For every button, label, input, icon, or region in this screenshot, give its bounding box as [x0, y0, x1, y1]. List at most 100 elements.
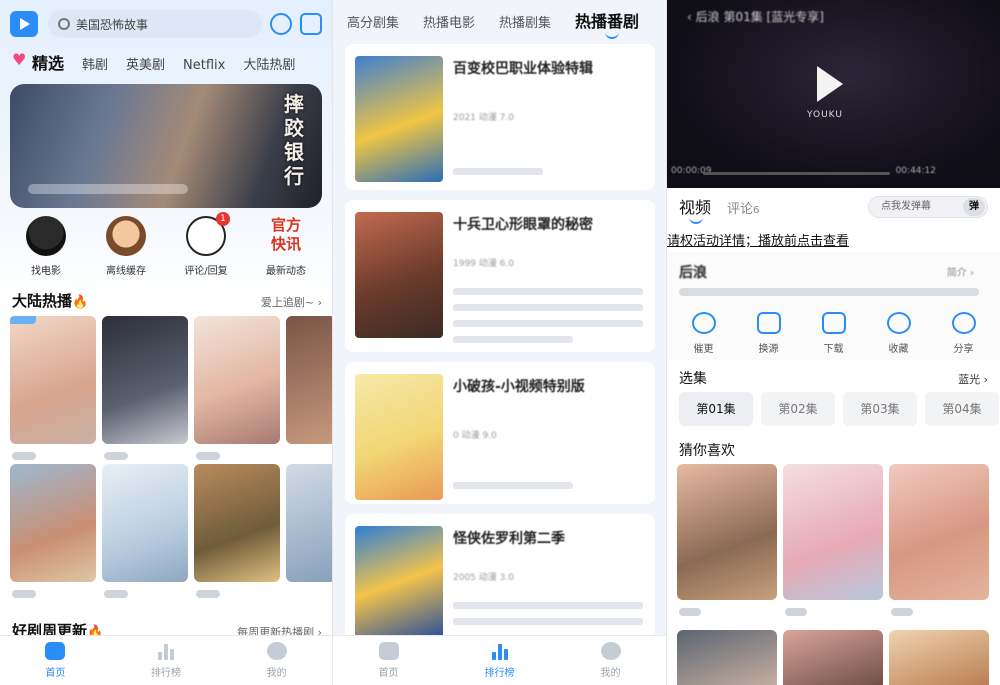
- section-more-link[interactable]: 爱上追剧~ ›: [261, 294, 322, 310]
- card-title: 百变校巴职业体验特辑: [453, 61, 593, 77]
- tab-featured-label: 精选: [32, 54, 65, 73]
- episode-button[interactable]: 第04集: [925, 392, 999, 426]
- quick-label: 评论/回复: [184, 266, 228, 277]
- rank-card[interactable]: 怪侠佐罗利第二季 2005 动漫 3.0: [345, 514, 655, 644]
- tab-top-series[interactable]: 高分剧集: [347, 12, 399, 31]
- share-button[interactable]: 分享: [939, 312, 989, 355]
- nav-ranking[interactable]: 排行榜: [470, 642, 530, 679]
- share-icon: [951, 312, 976, 334]
- quick-label: 最新动态: [266, 266, 306, 277]
- notification-badge: 1: [216, 212, 230, 226]
- notice-link[interactable]: 请权活动详情；播放前点击查看: [667, 230, 849, 249]
- recommend-title: 猜你喜欢: [679, 443, 735, 459]
- section-title: 大陆热播: [12, 292, 73, 310]
- tab-hot-series[interactable]: 热播剧集: [499, 12, 551, 31]
- card-meta: 2005 动漫 3.0: [453, 573, 514, 583]
- home-topbar: 美国恐怖故事: [10, 8, 322, 40]
- category-tabs: ♥ 精选 韩剧 英美剧 Netflix 大陆热剧: [12, 50, 326, 74]
- quality-selector[interactable]: 蓝光 ›: [958, 371, 988, 387]
- poster-card[interactable]: [10, 464, 96, 598]
- news-icon: 官方快讯: [270, 216, 301, 253]
- switch-source-button[interactable]: 换源: [744, 312, 794, 355]
- card-cover: [355, 526, 443, 638]
- banner-caption: [28, 184, 188, 194]
- search-icon: [58, 18, 70, 30]
- tab-featured[interactable]: ♥ 精选: [12, 50, 64, 74]
- video-player[interactable]: ‹ 后浪 第01集 [蓝光专享] YOUKU 00:00:09 00:44:12: [667, 0, 1000, 188]
- tab-western[interactable]: 英美剧: [126, 54, 165, 73]
- quick-offline-cache[interactable]: 离线缓存: [90, 216, 162, 277]
- tab-video[interactable]: 视频: [679, 194, 711, 224]
- poster-card[interactable]: [194, 316, 280, 460]
- card-cover: [355, 374, 443, 500]
- poster-card[interactable]: [10, 316, 96, 460]
- poster-row-hot: [10, 316, 332, 460]
- bar-chart-icon: [156, 642, 176, 660]
- quick-comments[interactable]: 1 评论/回复: [170, 212, 242, 277]
- download-button[interactable]: 下载: [809, 312, 859, 355]
- card-title: 怪侠佐罗利第二季: [453, 531, 565, 547]
- history-icon[interactable]: [270, 13, 292, 35]
- rank-card[interactable]: 百变校巴职业体验特辑 2021 动漫 7.0: [345, 44, 655, 190]
- download-icon[interactable]: [300, 13, 322, 35]
- rank-card[interactable]: 十兵卫心形眼罩的秘密 1999 动漫 6.0: [345, 200, 655, 352]
- player-title: ‹ 后浪 第01集 [蓝光专享]: [687, 10, 824, 24]
- urge-update-button[interactable]: 催更: [679, 312, 729, 355]
- danmaku-toggle-button[interactable]: 弹: [963, 198, 985, 216]
- poster-row-hot-2: [10, 464, 332, 598]
- youku-logo-icon: [817, 66, 843, 102]
- download-icon: [821, 312, 846, 334]
- tab-hot-anime[interactable]: 热播番剧: [575, 8, 639, 39]
- nav-home[interactable]: 首页: [359, 642, 419, 679]
- card-cover: [355, 212, 443, 338]
- profile-icon: [600, 642, 621, 660]
- episode-list: 第01集 第02集 第03集 第04集: [679, 392, 999, 426]
- movie-mascot-icon: [26, 216, 66, 256]
- quick-label: 离线缓存: [106, 266, 146, 277]
- banner-title: 摔跤银行: [284, 92, 304, 188]
- tab-mainland[interactable]: 大陆热剧: [243, 54, 295, 73]
- recommend-card[interactable]: [677, 630, 777, 685]
- recommend-card[interactable]: [783, 464, 883, 616]
- action-row: 催更 换源 下载 收藏 分享: [671, 312, 996, 355]
- nav-me[interactable]: 我的: [581, 642, 641, 679]
- poster-card[interactable]: [102, 316, 188, 460]
- headphones-icon: [691, 312, 716, 334]
- favorite-button[interactable]: 收藏: [874, 312, 924, 355]
- recommend-card[interactable]: [889, 630, 989, 685]
- intro-link[interactable]: 简介 ›: [947, 264, 974, 279]
- episode-button[interactable]: 第02集: [761, 392, 835, 426]
- poster-card[interactable]: [286, 464, 332, 582]
- recommend-card[interactable]: [889, 464, 989, 616]
- episodes-title: 选集: [679, 371, 707, 387]
- tab-netflix[interactable]: Netflix: [183, 58, 225, 73]
- nav-ranking[interactable]: 排行榜: [136, 642, 196, 679]
- tab-korean[interactable]: 韩剧: [82, 54, 108, 73]
- tab-hot-movies[interactable]: 热播电影: [423, 12, 475, 31]
- rank-card[interactable]: 小破孩-小视频特别版 0 动漫 9.0: [345, 362, 655, 504]
- recommend-card[interactable]: [783, 630, 883, 685]
- episode-button[interactable]: 第01集: [679, 392, 753, 426]
- heart-icon: [886, 312, 911, 334]
- poster-card[interactable]: [102, 464, 188, 598]
- detail-screen: ‹ 后浪 第01集 [蓝光专享] YOUKU 00:00:09 00:44:12…: [667, 0, 1000, 685]
- quick-latest-news[interactable]: 官方快讯 最新动态: [250, 216, 322, 277]
- episode-button[interactable]: 第03集: [843, 392, 917, 426]
- quick-find-movie[interactable]: 找电影: [10, 216, 82, 277]
- profile-icon: [266, 642, 287, 660]
- nav-me[interactable]: 我的: [247, 642, 307, 679]
- card-title: 十兵卫心形眼罩的秘密: [453, 217, 593, 233]
- nav-home[interactable]: 首页: [25, 642, 85, 679]
- home-icon: [45, 642, 66, 660]
- episodes-header: 选集 蓝光 ›: [679, 368, 988, 388]
- time-total: 00:44:12: [895, 166, 936, 176]
- danmaku-input[interactable]: 点我发弹幕 弹: [868, 196, 988, 218]
- search-input[interactable]: 美国恐怖故事: [48, 10, 262, 38]
- progress-bar[interactable]: [703, 172, 890, 175]
- poster-card[interactable]: [194, 464, 280, 598]
- quick-label: 找电影: [31, 266, 61, 277]
- tab-comments[interactable]: 评论6: [727, 198, 759, 217]
- recommend-card[interactable]: [677, 464, 777, 616]
- hero-banner[interactable]: 摔跤银行: [10, 84, 322, 208]
- poster-card[interactable]: [286, 316, 332, 444]
